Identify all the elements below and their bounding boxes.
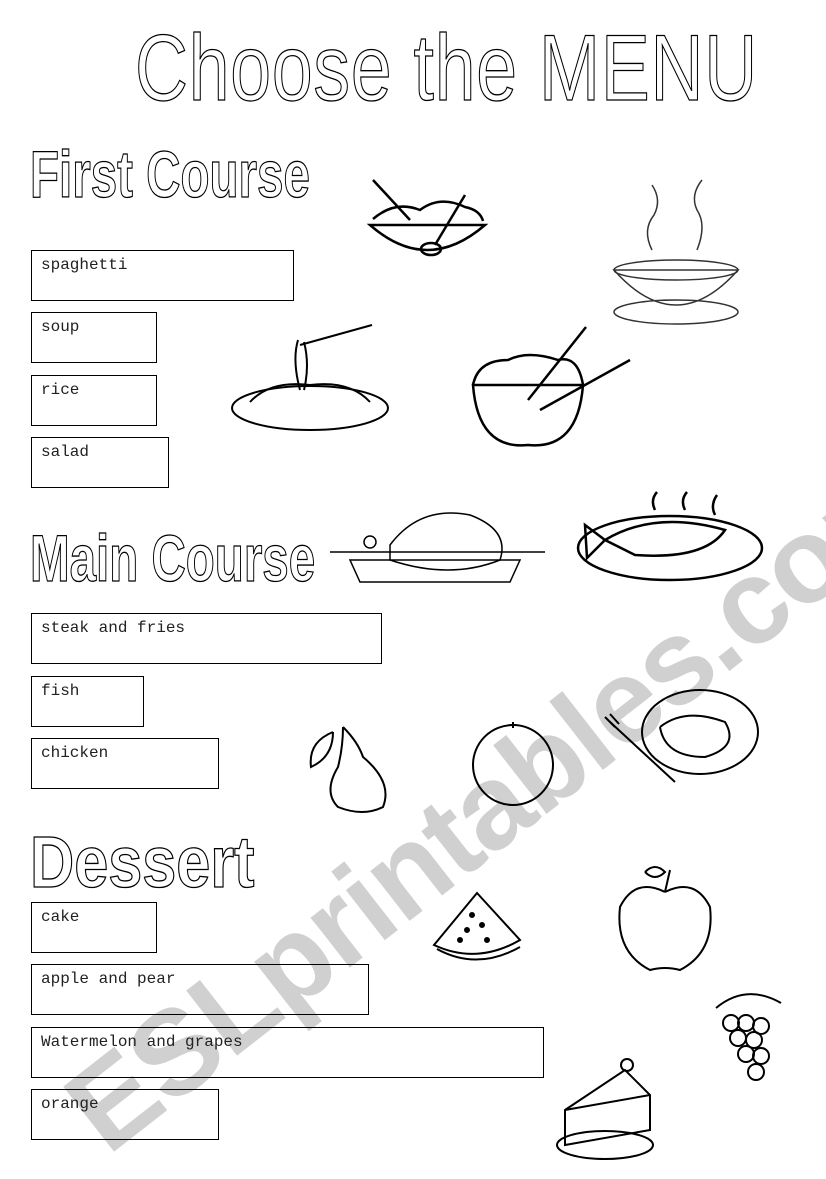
heading-main-course: Main Course [30, 520, 316, 595]
answer-box[interactable]: steak and fries [31, 613, 382, 664]
fish-icon [575, 490, 765, 585]
soup-icon [612, 179, 740, 330]
item-label: salad [41, 443, 90, 461]
item-label: cake [41, 908, 80, 926]
item-label: fish [41, 682, 80, 700]
steak-and-fries-icon [604, 682, 760, 783]
answer-box[interactable]: Watermelon and grapes [31, 1027, 544, 1078]
page-title: Choose the MENU [134, 14, 758, 120]
pear-icon [303, 712, 398, 814]
item-label: apple and pear [41, 970, 176, 988]
item-label: chicken [41, 744, 109, 762]
answer-box[interactable]: chicken [31, 738, 219, 789]
answer-box[interactable]: orange [31, 1089, 219, 1140]
item-label: spaghetti [41, 256, 128, 274]
item-label: Watermelon and grapes [41, 1033, 243, 1051]
item-label: rice [41, 381, 80, 399]
answer-box[interactable]: rice [31, 375, 157, 426]
spaghetti-icon [230, 320, 390, 435]
answer-box[interactable]: cake [31, 902, 157, 953]
watermelon-icon [432, 885, 524, 970]
item-label: soup [41, 318, 80, 336]
orange-icon [470, 720, 556, 806]
heading-first-course: First Course [30, 136, 311, 211]
answer-box[interactable]: fish [31, 676, 144, 727]
item-label: steak and fries [41, 619, 186, 637]
roast-chicken-icon [330, 500, 545, 585]
answer-box[interactable]: soup [31, 312, 157, 363]
apple-icon [615, 862, 715, 974]
item-label: orange [41, 1095, 99, 1113]
cake-icon [555, 1050, 660, 1162]
answer-box[interactable]: salad [31, 437, 169, 488]
grapes-icon [706, 988, 791, 1083]
rice-icon [468, 325, 633, 455]
answer-box[interactable]: apple and pear [31, 964, 369, 1015]
salad-icon [365, 175, 490, 265]
answer-box[interactable]: spaghetti [31, 250, 294, 301]
heading-dessert: Dessert [29, 822, 255, 903]
